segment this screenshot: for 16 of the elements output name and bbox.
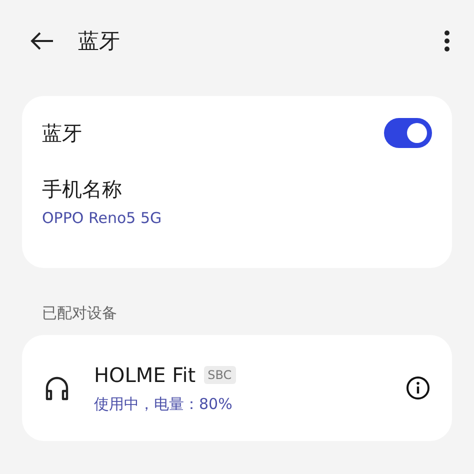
phone-name-value[interactable]: OPPO Reno5 5G (42, 209, 162, 227)
page-title: 蓝牙 (78, 28, 121, 55)
back-button[interactable] (30, 32, 54, 50)
codec-tag: SBC (204, 366, 236, 384)
headphones-icon (44, 375, 70, 401)
info-button[interactable] (406, 376, 430, 400)
phone-name-label: 手机名称 (42, 176, 122, 203)
section-title: 已配对设备 (42, 304, 118, 323)
device-status: 使用中，电量：80% (94, 394, 232, 414)
more-icon (444, 30, 450, 52)
device-name: HOLME Fit (94, 362, 196, 386)
bluetooth-toggle[interactable] (384, 118, 432, 148)
info-icon (406, 376, 430, 400)
device-card[interactable]: HOLME Fit SBC 使用中，电量：80% (22, 335, 452, 441)
back-arrow-icon (30, 32, 54, 50)
bluetooth-label: 蓝牙 (42, 120, 82, 146)
